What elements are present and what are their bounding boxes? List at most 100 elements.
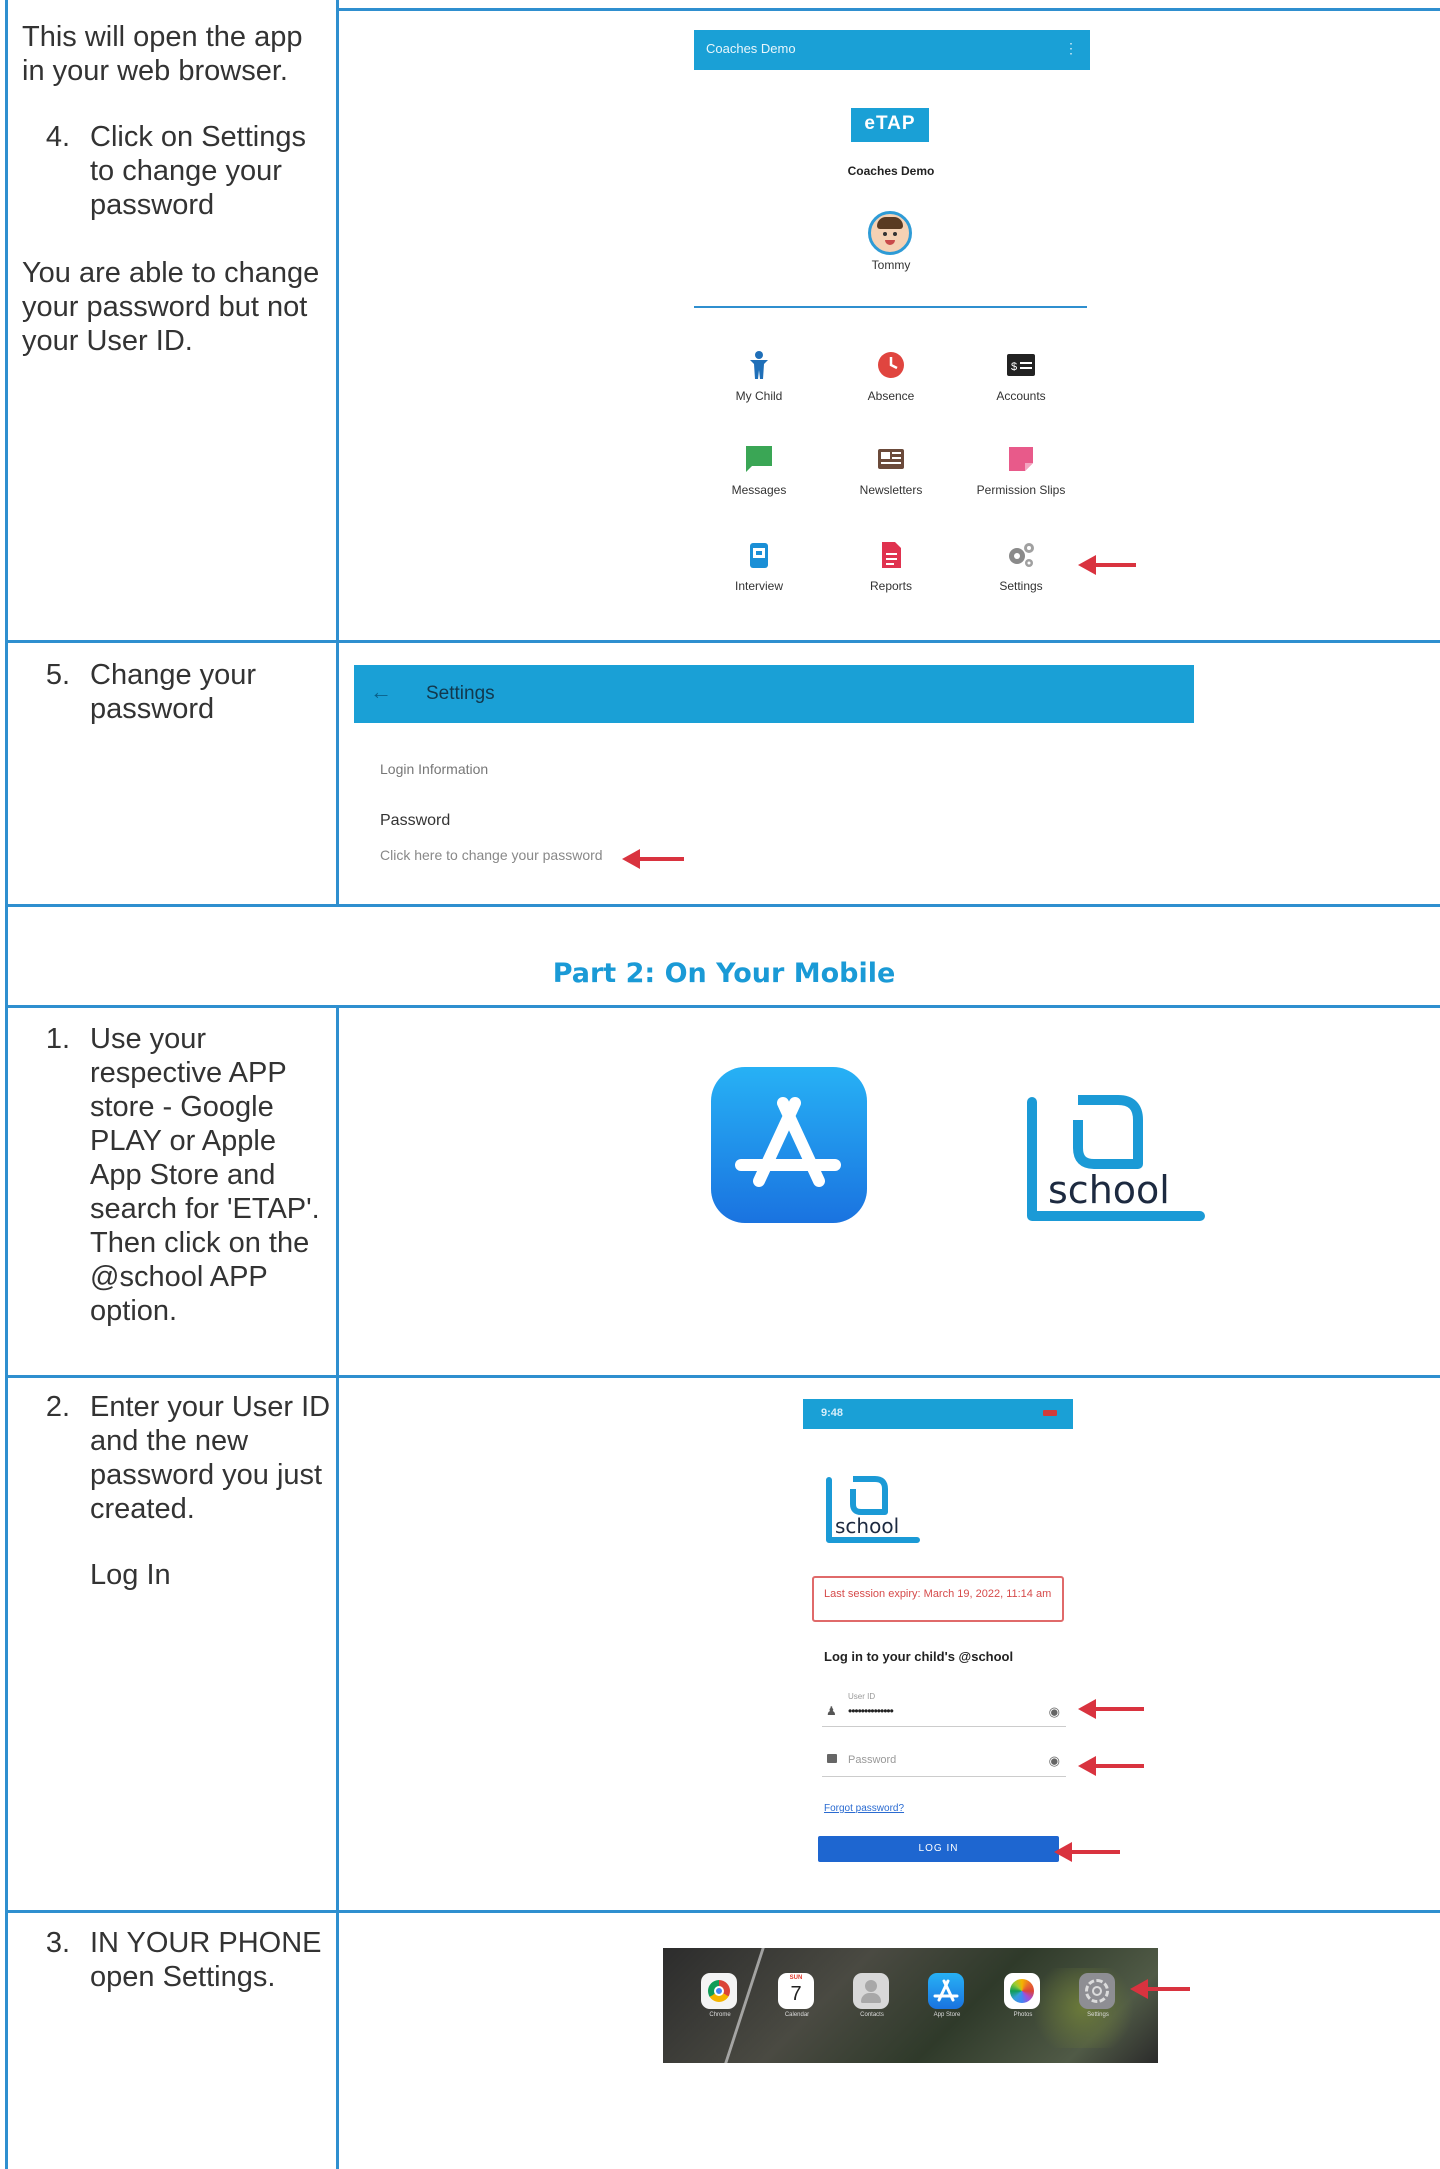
table-row-divider xyxy=(5,1375,1440,1378)
svg-text:$: $ xyxy=(1011,361,1017,373)
intro-text: This will open the app in your web brows… xyxy=(22,21,303,87)
step-text: Use your respective APP store - Google P… xyxy=(90,1023,320,1327)
child-icon xyxy=(750,351,768,379)
school-logo-text: school xyxy=(1048,1168,1170,1212)
document-icon xyxy=(882,542,901,568)
calendar-icon xyxy=(750,543,768,568)
school-login-logo: school xyxy=(821,1474,921,1546)
tile-messages[interactable]: Messages xyxy=(694,444,824,497)
section-divider xyxy=(694,306,1087,308)
back-arrow-icon[interactable]: ← xyxy=(370,679,392,705)
table-column-divider xyxy=(336,1005,339,2169)
row1-instructions: This will open the app in your web brows… xyxy=(22,20,332,358)
step-1: 1. Use your respective APP store - Googl… xyxy=(22,1022,332,1328)
login-heading: Log in to your child's @school xyxy=(824,1649,1014,1664)
step-2: 2. Enter your User ID and the new passwo… xyxy=(22,1390,332,1526)
tile-reports[interactable]: Reports xyxy=(826,540,956,593)
dock-app-chrome[interactable]: Chrome xyxy=(701,1973,739,2018)
table-border-left xyxy=(5,0,8,2169)
dock-app-photos[interactable]: Photos xyxy=(1004,1973,1042,2018)
table-row-divider xyxy=(5,1005,1440,1008)
tile-absence[interactable]: Absence xyxy=(826,350,956,403)
tile-settings[interactable]: Settings xyxy=(956,540,1086,593)
eye-icon[interactable]: ◉ xyxy=(1049,1753,1060,1769)
step-number: 2. xyxy=(45,1391,70,1423)
step-text: Change your password xyxy=(90,659,257,725)
calendar-day-icon: SUN 7 xyxy=(778,1973,814,2009)
tile-label: Accounts xyxy=(996,389,1046,403)
tile-label: Messages xyxy=(731,483,787,497)
pointer-arrow xyxy=(1054,1842,1120,1862)
tile-label: Absence xyxy=(867,389,915,403)
step-3: 3. IN YOUR PHONE open Settings. xyxy=(22,1926,332,1994)
child-name: Tommy xyxy=(871,258,911,272)
tile-permission-slips[interactable]: Permission Slips xyxy=(956,444,1086,497)
step-text: IN YOUR PHONE open Settings. xyxy=(90,1927,322,1993)
password-placeholder: Password xyxy=(848,1754,897,1766)
note-text: You are able to change your password but… xyxy=(22,257,320,357)
forgot-password-link[interactable]: Forgot password? xyxy=(824,1803,904,1814)
step-number: 4. xyxy=(45,121,70,153)
app-store-icon xyxy=(928,1973,964,2009)
table-row-divider xyxy=(5,640,1440,643)
settings-header-bar: ← Settings xyxy=(354,665,1194,723)
app-store-icon xyxy=(711,1067,867,1223)
dock-app-app-store[interactable]: App Store xyxy=(928,1973,966,2018)
tile-accounts[interactable]: $ Accounts xyxy=(956,350,1086,403)
change-password-link[interactable]: Click here to change your password xyxy=(380,847,603,863)
table-row-divider xyxy=(5,904,1440,907)
table-row-divider xyxy=(5,1910,1440,1913)
step-4: 4. Click on Settings to change your pass… xyxy=(22,120,332,222)
dock-app-calendar[interactable]: SUN 7 Calendar xyxy=(778,1973,816,2018)
tile-label: Newsletters xyxy=(859,483,923,497)
tile-interview[interactable]: Interview xyxy=(694,540,824,593)
school-app-logo: school xyxy=(1018,1092,1206,1228)
phone-dock-screenshot: Chrome SUN 7 Calendar Contacts App Store… xyxy=(663,1948,1158,2063)
lock-icon xyxy=(827,1754,837,1763)
row3-instructions: 1. Use your respective APP store - Googl… xyxy=(22,1022,332,1328)
row5-instructions: 3. IN YOUR PHONE open Settings. xyxy=(22,1926,332,1994)
etap-logo: eTAP xyxy=(851,108,929,142)
clock-icon xyxy=(878,352,904,378)
pointer-arrow xyxy=(1078,1756,1144,1776)
password-field[interactable]: Password ◉ xyxy=(822,1748,1066,1777)
userid-field[interactable]: User ID ♟ •••••••••••••• ◉ xyxy=(822,1690,1066,1727)
pointer-arrow xyxy=(1078,555,1136,575)
step-sub-text: Log In xyxy=(90,1559,171,1591)
login-button[interactable]: LOG IN xyxy=(818,1836,1059,1862)
tile-label: Settings xyxy=(999,579,1043,593)
newspaper-icon xyxy=(878,449,904,469)
step-2-sub: Log In xyxy=(22,1558,332,1592)
avatar[interactable] xyxy=(868,211,912,255)
step-text: Enter your User ID and the new password … xyxy=(90,1391,331,1525)
more-vert-icon[interactable]: ⋮ xyxy=(1064,40,1078,57)
gears-icon xyxy=(1009,543,1034,567)
chrome-icon xyxy=(701,1973,737,2009)
battery-icon xyxy=(1043,1410,1057,1416)
phone-status-bar: 9:48 xyxy=(803,1399,1073,1429)
step-5: 5. Change your password xyxy=(22,658,332,726)
school-logo-text: school xyxy=(835,1514,900,1538)
app-store-glyph xyxy=(735,1097,841,1187)
login-information-label: Login Information xyxy=(380,761,489,777)
dock-app-contacts[interactable]: Contacts xyxy=(853,1973,891,2018)
pointer-arrow xyxy=(1130,1979,1190,1999)
contacts-icon xyxy=(853,1973,889,2009)
session-notice: Last session expiry: March 19, 2022, 11:… xyxy=(812,1576,1064,1622)
tile-newsletters[interactable]: Newsletters xyxy=(826,444,956,497)
tile-my-child[interactable]: My Child xyxy=(694,350,824,403)
dock-app-settings[interactable]: Settings xyxy=(1079,1973,1117,2018)
tile-label: Reports xyxy=(869,579,913,593)
chat-bubble-icon xyxy=(746,446,772,472)
pointer-arrow xyxy=(1078,1699,1144,1719)
status-time: 9:48 xyxy=(821,1407,844,1419)
userid-value: •••••••••••••• xyxy=(848,1704,894,1718)
tile-label: My Child xyxy=(735,389,783,403)
step-number: 5. xyxy=(45,659,70,691)
settings-title: Settings xyxy=(426,683,495,704)
eye-icon[interactable]: ◉ xyxy=(1049,1704,1060,1720)
pointer-arrow xyxy=(622,849,684,869)
row4-instructions: 2. Enter your User ID and the new passwo… xyxy=(22,1390,332,1592)
row2-instructions: 5. Change your password xyxy=(22,658,332,726)
sticky-note-icon xyxy=(1009,447,1033,471)
